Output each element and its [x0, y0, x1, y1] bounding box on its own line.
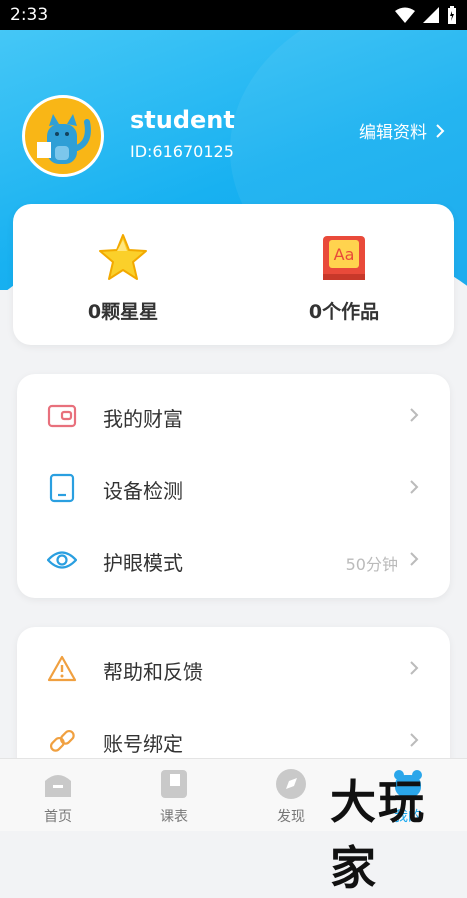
menu-item-wealth[interactable]: 我的财富 [17, 379, 450, 451]
status-bar: 2:33 [0, 0, 467, 30]
menu-item-help-feedback[interactable]: 帮助和反馈 [17, 632, 450, 704]
chevron-right-icon [410, 661, 419, 675]
username: student [130, 106, 235, 134]
book-icon: Aa [323, 236, 365, 280]
eye-icon [47, 551, 77, 569]
menu-item-device-check[interactable]: 设备检测 [17, 451, 450, 523]
status-icons [395, 6, 457, 24]
status-time: 2:33 [10, 5, 49, 25]
warning-icon [47, 655, 77, 682]
svg-text:Aa: Aa [334, 245, 355, 264]
menu-item-label: 护眼模式 [103, 551, 183, 575]
wallet-icon [47, 404, 77, 428]
edit-profile-label: 编辑资料 [359, 123, 427, 143]
tab-label: 首页 [44, 809, 72, 825]
eye-protection-duration: 50分钟 [345, 555, 398, 574]
chevron-right-icon [410, 552, 419, 566]
works-stat[interactable]: Aa 0个作品 [234, 204, 454, 345]
cat-avatar-icon [37, 114, 91, 164]
wifi-icon [395, 7, 415, 23]
battery-icon [448, 6, 456, 24]
menu-group-1: 我的财富 设备检测 护眼模式 50分钟 [17, 374, 450, 598]
home-icon [45, 775, 71, 797]
edit-profile-link[interactable]: 编辑资料 [359, 118, 445, 143]
stars-stat[interactable]: 0颗星星 [13, 204, 233, 345]
menu-item-label: 帮助和反馈 [103, 660, 203, 684]
user-id: ID:61670125 [130, 142, 234, 161]
chevron-right-icon [410, 408, 419, 422]
menu-item-eye-protection[interactable]: 护眼模式 50分钟 [17, 523, 450, 595]
menu-item-label: 账号绑定 [103, 732, 183, 756]
chevron-right-icon [410, 733, 419, 747]
tab-schedule[interactable]: 课表 [116, 759, 232, 831]
tab-label: 课表 [160, 809, 188, 825]
compass-icon [276, 769, 306, 799]
star-icon [99, 234, 147, 280]
chevron-right-icon [436, 123, 445, 138]
signal-icon [423, 7, 439, 23]
watermark-logo: 大玩家 [330, 775, 426, 895]
avatar[interactable] [22, 95, 104, 177]
menu-item-label: 我的财富 [103, 407, 183, 431]
schedule-icon [161, 770, 187, 798]
tablet-icon [49, 473, 75, 503]
stats-card: 0颗星星 Aa 0个作品 [13, 204, 454, 345]
stars-count: 0颗星星 [87, 301, 159, 323]
menu-item-label: 设备检测 [103, 479, 183, 503]
works-count: 0个作品 [308, 301, 380, 323]
chevron-right-icon [410, 480, 419, 494]
tab-home[interactable]: 首页 [0, 759, 116, 831]
link-icon [49, 729, 75, 752]
